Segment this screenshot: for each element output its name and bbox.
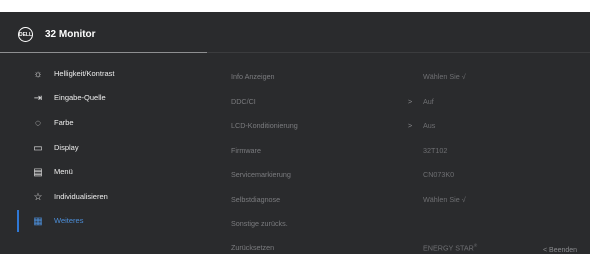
nav-item-farbe[interactable]: ◌ Farbe [0, 113, 207, 137]
others-icon: ▦ [33, 216, 43, 227]
row-label-selbstdiagnose[interactable]: Selbstdiagnose [231, 195, 280, 204]
dell-logo: DELL [18, 27, 33, 42]
nav-item-menu[interactable]: ▤ Menü [0, 162, 207, 186]
row-label-lcd-konditionierung[interactable]: LCD-Konditionierung [231, 121, 298, 130]
top-strip [0, 0, 590, 12]
chevron-right-icon: > [408, 121, 413, 130]
row-value: Wählen Sie √ [423, 72, 466, 81]
brightness-icon: ☼ [33, 69, 43, 80]
row-label-ddc-ci[interactable]: DDC/CI [231, 97, 256, 106]
row-value-energy-star: ENERGY STAR® [423, 243, 477, 252]
nav-label: Individualisieren [54, 192, 108, 201]
energy-star-text: ENERGY STAR [423, 243, 474, 253]
nav-label: Weiteres [54, 216, 84, 225]
page-title: 32 Monitor [45, 29, 96, 40]
nav-label: Eingabe-Quelle [54, 93, 106, 102]
header-divider-left [0, 52, 207, 53]
input-source-icon: ⇥ [33, 93, 43, 104]
row-label-servicemarkierung[interactable]: Servicemarkierung [231, 170, 291, 179]
row-value: Wählen Sie √ [423, 195, 466, 204]
row-label-info-anzeigen[interactable]: Info Anzeigen [231, 72, 275, 81]
row-label-zuruecksetzen[interactable]: Zurücksetzen [231, 243, 274, 252]
nav-item-weiteres[interactable]: ▦ Weiteres [0, 211, 207, 235]
nav-item-display[interactable]: ▭ Display [0, 138, 207, 162]
chevron-right-icon: > [408, 97, 413, 106]
header-divider-right [207, 52, 590, 53]
row-value: CN073K0 [423, 170, 455, 179]
nav-item-individualisieren[interactable]: ☆ Individualisieren [0, 187, 207, 211]
menu-icon: ▤ [33, 167, 43, 178]
nav-label: Farbe [54, 118, 74, 127]
row-label-firmware[interactable]: Firmware [231, 146, 261, 155]
nav-item-eingabe-quelle[interactable]: ⇥ Eingabe-Quelle [0, 88, 207, 112]
star-icon: ☆ [33, 192, 43, 203]
registered-mark: ® [473, 243, 478, 248]
color-palette-icon: ◌ [35, 118, 41, 129]
row-value: 32T102 [423, 146, 448, 155]
row-label-sonstige-zuruecks[interactable]: Sonstige zurücks. [231, 219, 288, 228]
display-icon: ▭ [33, 143, 43, 154]
row-value: Auf [423, 97, 434, 106]
nav-label: Display [54, 143, 79, 152]
nav-label: Menü [54, 167, 73, 176]
nav-label: Helligkeit/Kontrast [54, 69, 115, 78]
active-indicator [17, 210, 19, 232]
exit-button[interactable]: < Beenden [543, 247, 577, 254]
row-value: Aus [423, 121, 436, 130]
nav-item-helligkeit-kontrast[interactable]: ☼ Helligkeit/Kontrast [0, 64, 207, 88]
